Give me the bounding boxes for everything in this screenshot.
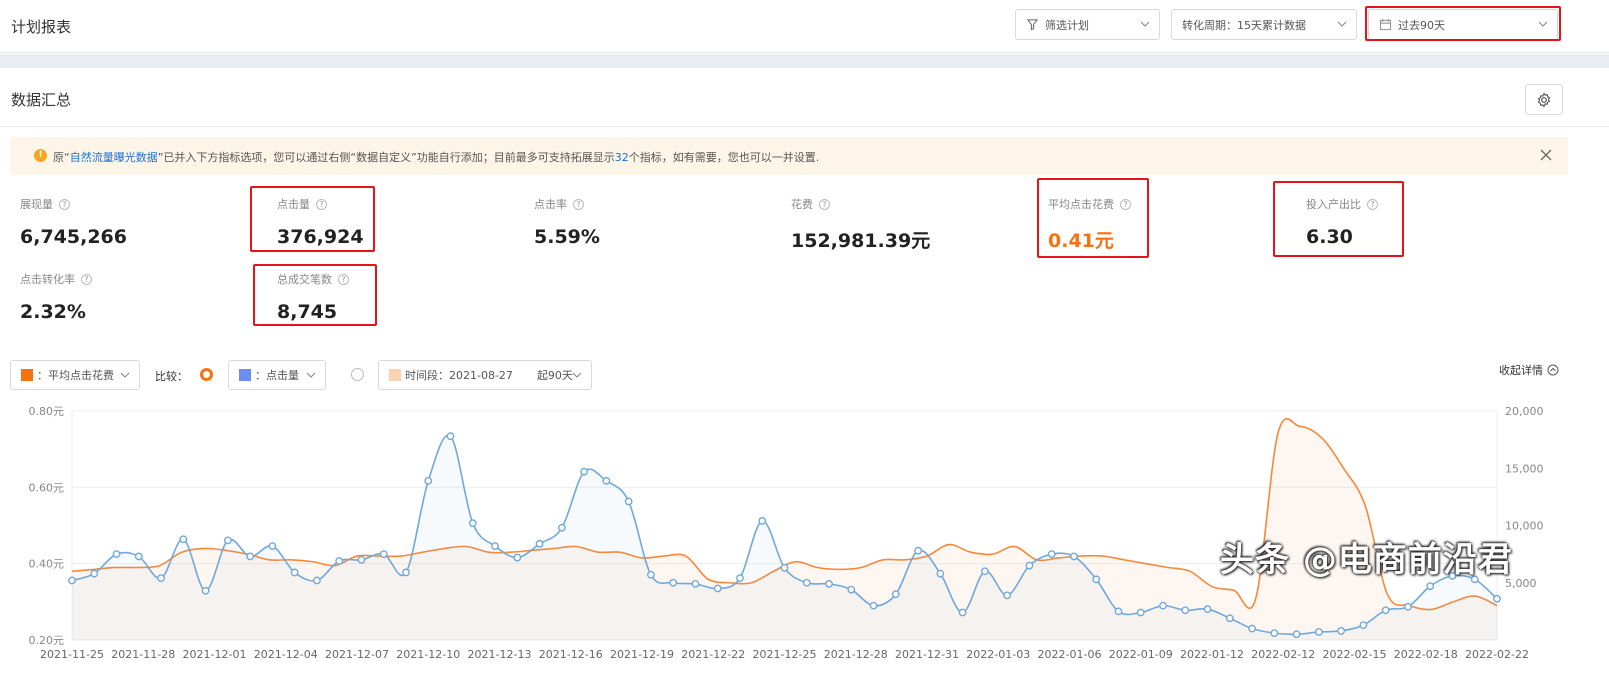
data-point (1136, 608, 1145, 617)
data-point (1314, 628, 1323, 636)
x-tick-label: 2022-02-15 (1323, 648, 1387, 661)
data-point (1114, 607, 1123, 616)
data-point (869, 601, 878, 610)
y-right-tick-label: 20,000 (1505, 405, 1544, 418)
x-tick-label: 2021-12-10 (396, 648, 460, 661)
x-tick-label: 2021-12-31 (895, 648, 959, 661)
data-point (357, 555, 366, 564)
x-tick-label: 2022-02-22 (1465, 648, 1529, 661)
data-point (513, 553, 522, 562)
x-tick-label: 2022-02-12 (1251, 648, 1315, 661)
x-tick-label: 2022-01-06 (1038, 648, 1102, 661)
data-point (557, 523, 566, 532)
data-point (602, 476, 611, 485)
data-point (891, 590, 900, 599)
data-point (980, 567, 989, 576)
y-left-tick-label: 0.60元 (29, 481, 65, 494)
data-point (1025, 561, 1034, 570)
data-point (936, 569, 945, 578)
data-point (335, 557, 344, 565)
data-point (580, 467, 589, 476)
x-tick-label: 2021-11-28 (111, 648, 175, 661)
x-tick-label: 2022-01-03 (966, 648, 1030, 661)
data-point (1270, 629, 1279, 638)
data-point (179, 535, 188, 544)
data-point (290, 568, 299, 577)
data-point (758, 517, 767, 525)
x-tick-label: 2021-12-22 (681, 648, 745, 661)
data-point (491, 542, 499, 551)
data-point (802, 578, 811, 587)
data-point (713, 584, 722, 593)
data-point (424, 476, 433, 485)
data-point (134, 552, 143, 561)
data-point (647, 570, 655, 579)
data-point (268, 542, 277, 551)
x-tick-label: 2021-12-04 (254, 648, 318, 661)
data-point (1381, 606, 1390, 615)
data-point (1159, 601, 1167, 610)
data-point (1003, 591, 1012, 600)
data-point (201, 586, 210, 595)
y-left-tick-label: 0.80元 (29, 405, 65, 418)
data-point (223, 536, 232, 545)
data-point (825, 579, 833, 588)
y-left-tick-label: 0.20元 (29, 634, 65, 647)
data-point (1203, 605, 1212, 613)
data-point (624, 497, 633, 506)
data-point (468, 519, 477, 528)
data-point (958, 608, 967, 617)
x-tick-label: 2021-12-19 (610, 648, 674, 661)
data-point (1181, 606, 1190, 615)
data-point (1070, 552, 1078, 561)
data-point (246, 552, 255, 561)
data-point (691, 579, 700, 588)
data-point (1337, 626, 1346, 635)
data-point (1092, 575, 1101, 584)
x-tick-label: 2021-12-25 (753, 648, 817, 661)
data-point (313, 576, 321, 585)
data-point (1404, 602, 1412, 611)
data-point (1225, 614, 1234, 623)
data-point (1047, 550, 1056, 559)
data-point (1493, 594, 1501, 603)
data-point (90, 569, 99, 578)
data-point (780, 563, 789, 572)
data-point (1292, 630, 1301, 639)
x-tick-label: 2022-01-12 (1180, 648, 1244, 661)
data-point (1248, 624, 1256, 633)
data-point (914, 546, 922, 555)
x-tick-label: 2021-12-28 (824, 648, 888, 661)
data-point (446, 432, 455, 441)
x-tick-label: 2021-12-13 (468, 648, 532, 661)
data-point (736, 574, 744, 583)
x-tick-label: 2021-12-01 (183, 648, 247, 661)
data-point (535, 539, 544, 548)
data-point (669, 578, 678, 587)
x-tick-label: 2021-12-16 (539, 648, 603, 661)
data-point (1426, 582, 1435, 591)
data-point (157, 574, 165, 583)
data-point (112, 550, 121, 559)
y-left-tick-label: 0.40元 (29, 558, 65, 571)
data-point (379, 550, 388, 559)
y-right-tick-label: 15,000 (1505, 462, 1544, 475)
data-point (68, 576, 76, 585)
watermark-text: 头条 @电商前沿君 (1220, 540, 1513, 580)
x-tick-label: 2022-01-09 (1109, 648, 1173, 661)
data-point (1359, 621, 1368, 630)
data-point (847, 585, 856, 594)
y-right-tick-label: 10,000 (1505, 520, 1544, 533)
x-tick-label: 2021-12-07 (325, 648, 389, 661)
x-tick-label: 2021-11-25 (40, 648, 104, 661)
x-tick-label: 2022-02-18 (1394, 648, 1458, 661)
data-point (402, 568, 410, 577)
